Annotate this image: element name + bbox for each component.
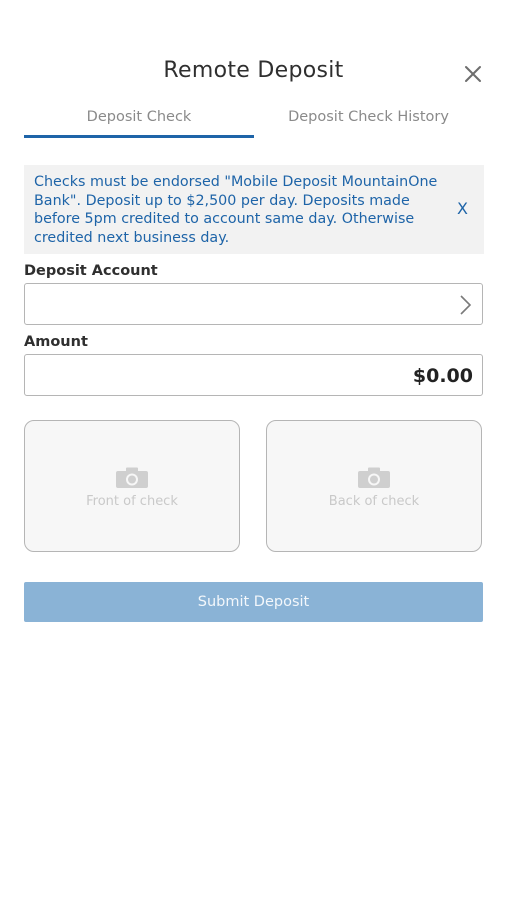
notice-text: Checks must be endorsed "Mobile Deposit …	[34, 174, 438, 246]
tab-deposit-check-history[interactable]: Deposit Check History	[254, 100, 483, 138]
remote-deposit-screen: Remote Deposit Deposit Check Deposit Che…	[0, 0, 507, 900]
camera-icon	[116, 467, 148, 488]
deposit-account-label: Deposit Account	[24, 263, 158, 279]
amount-field[interactable]: $0.00	[24, 354, 483, 396]
page-title: Remote Deposit	[163, 58, 344, 83]
tab-bar: Deposit Check Deposit Check History	[24, 100, 483, 138]
back-of-check-button[interactable]: Back of check	[266, 420, 482, 552]
deposit-account-select[interactable]	[24, 283, 483, 325]
camera-icon	[358, 467, 390, 488]
front-of-check-label: Front of check	[86, 494, 178, 509]
submit-deposit-button[interactable]: Submit Deposit	[24, 582, 483, 622]
close-button[interactable]	[461, 62, 485, 86]
endorsement-notice: Checks must be endorsed "Mobile Deposit …	[24, 165, 484, 254]
dismiss-notice-button[interactable]: X	[457, 199, 468, 218]
tab-deposit-check[interactable]: Deposit Check	[24, 100, 254, 138]
close-icon	[465, 66, 481, 82]
front-of-check-button[interactable]: Front of check	[24, 420, 240, 552]
amount-label: Amount	[24, 334, 88, 350]
chevron-right-icon	[460, 295, 472, 315]
amount-value: $0.00	[412, 365, 473, 387]
back-of-check-label: Back of check	[328, 494, 420, 509]
